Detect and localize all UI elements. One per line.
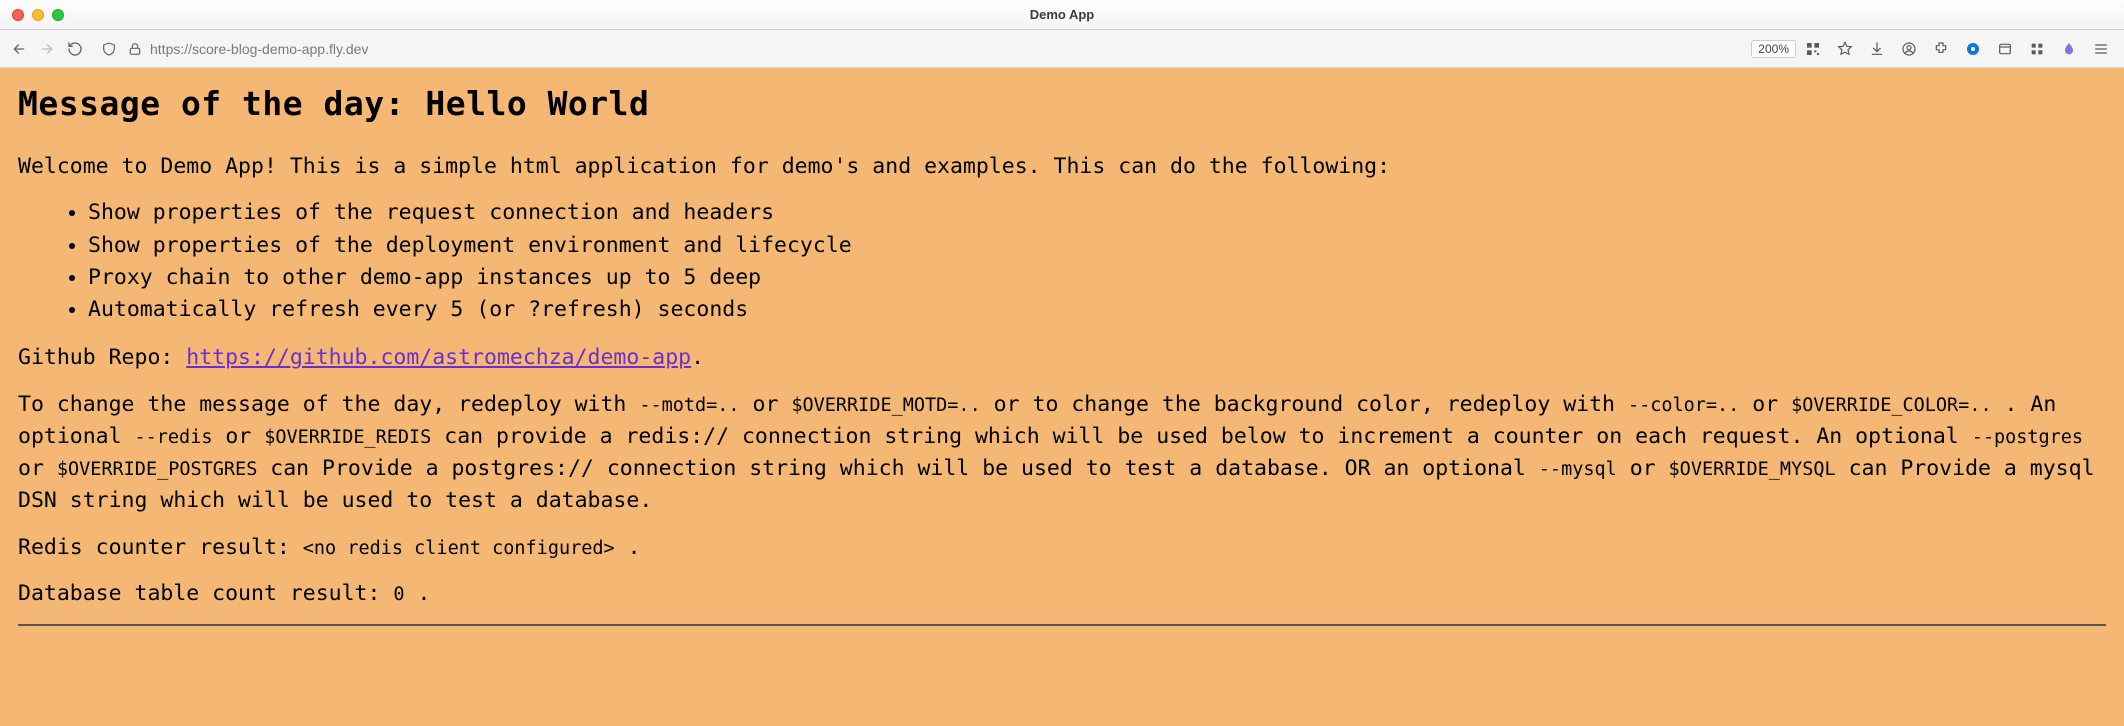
library-icon[interactable] xyxy=(1996,40,2014,58)
window-titlebar: Demo App xyxy=(0,0,2124,30)
config-text: or xyxy=(740,392,792,417)
config-text: or to change the background color, redep… xyxy=(981,392,1628,417)
page-content: Message of the day: Hello World Welcome … xyxy=(0,68,2124,726)
db-result-line: Database table count result: 0 . xyxy=(18,578,2106,610)
download-icon[interactable] xyxy=(1868,40,1886,58)
intro-paragraph: Welcome to Demo App! This is a simple ht… xyxy=(18,151,2106,183)
code-mysql-flag: --mysql xyxy=(1539,459,1617,480)
db-label: Database table count result: xyxy=(18,581,393,606)
code-override-redis: $OVERRIDE_REDIS xyxy=(264,427,431,448)
drop-icon[interactable] xyxy=(2060,40,2078,58)
db-value: 0 xyxy=(393,584,404,605)
browser-toolbar: https://score-blog-demo-app.fly.dev 200% xyxy=(0,30,2124,68)
list-item: Automatically refresh every 5 (or ?refre… xyxy=(88,294,2106,326)
feature-list: Show properties of the request connectio… xyxy=(18,197,2106,326)
lock-icon[interactable] xyxy=(126,40,144,58)
password-manager-icon[interactable] xyxy=(1964,40,1982,58)
config-text: can provide a redis:// connection string… xyxy=(431,424,1971,449)
qr-icon[interactable] xyxy=(1804,40,1822,58)
config-text: or xyxy=(18,456,57,481)
code-override-color: $OVERRIDE_COLOR=.. xyxy=(1791,395,1991,416)
toolbar-right-icons xyxy=(1804,40,2114,58)
traffic-lights xyxy=(12,9,64,21)
list-item: Proxy chain to other demo-app instances … xyxy=(88,262,2106,294)
config-text: or xyxy=(1617,456,1669,481)
config-text: can Provide a postgres:// connection str… xyxy=(257,456,1538,481)
redis-value: <no redis client configured> xyxy=(303,538,615,559)
code-override-postgres: $OVERRIDE_POSTGRES xyxy=(57,459,257,480)
reload-button[interactable] xyxy=(66,40,84,58)
hamburger-menu-icon[interactable] xyxy=(2092,40,2110,58)
page-heading: Message of the day: Hello World xyxy=(18,84,2106,123)
repo-link[interactable]: https://github.com/astromechza/demo-app xyxy=(186,345,691,370)
code-motd-flag: --motd=.. xyxy=(639,395,739,416)
config-text: or xyxy=(1739,392,1791,417)
url-bar[interactable]: https://score-blog-demo-app.fly.dev xyxy=(96,40,1735,58)
redis-label: Redis counter result: xyxy=(18,535,303,560)
minimize-window-button[interactable] xyxy=(32,9,44,21)
heading-motd: Hello World xyxy=(425,84,649,123)
nav-button-group xyxy=(10,40,84,58)
account-icon[interactable] xyxy=(1900,40,1918,58)
config-text: To change the message of the day, redepl… xyxy=(18,392,639,417)
window-title: Demo App xyxy=(1030,7,1095,22)
list-item: Show properties of the deployment enviro… xyxy=(88,230,2106,262)
code-override-mysql: $OVERRIDE_MYSQL xyxy=(1669,459,1836,480)
config-text: or xyxy=(212,424,264,449)
back-button[interactable] xyxy=(10,40,28,58)
shield-icon[interactable] xyxy=(100,40,118,58)
code-postgres-flag: --postgres xyxy=(1972,427,2083,448)
db-period: . xyxy=(405,581,431,606)
list-item: Show properties of the request connectio… xyxy=(88,197,2106,229)
bookmark-star-icon[interactable] xyxy=(1836,40,1854,58)
repo-period: . xyxy=(691,345,704,370)
config-paragraph: To change the message of the day, redepl… xyxy=(18,389,2106,518)
redis-period: . xyxy=(615,535,641,560)
heading-prefix: Message of the day: xyxy=(18,84,425,123)
repo-paragraph: Github Repo: https://github.com/astromec… xyxy=(18,342,2106,374)
redis-result-line: Redis counter result: <no redis client c… xyxy=(18,532,2106,564)
code-color-flag: --color=.. xyxy=(1628,395,1739,416)
maximize-window-button[interactable] xyxy=(52,9,64,21)
code-override-motd: $OVERRIDE_MOTD=.. xyxy=(791,395,980,416)
forward-button[interactable] xyxy=(38,40,56,58)
close-window-button[interactable] xyxy=(12,9,24,21)
apps-grid-icon[interactable] xyxy=(2028,40,2046,58)
repo-label: Github Repo: xyxy=(18,345,186,370)
url-text: https://score-blog-demo-app.fly.dev xyxy=(150,41,368,57)
extensions-icon[interactable] xyxy=(1932,40,1950,58)
divider xyxy=(18,624,2106,626)
code-redis-flag: --redis xyxy=(135,427,213,448)
zoom-level-badge[interactable]: 200% xyxy=(1751,40,1796,58)
